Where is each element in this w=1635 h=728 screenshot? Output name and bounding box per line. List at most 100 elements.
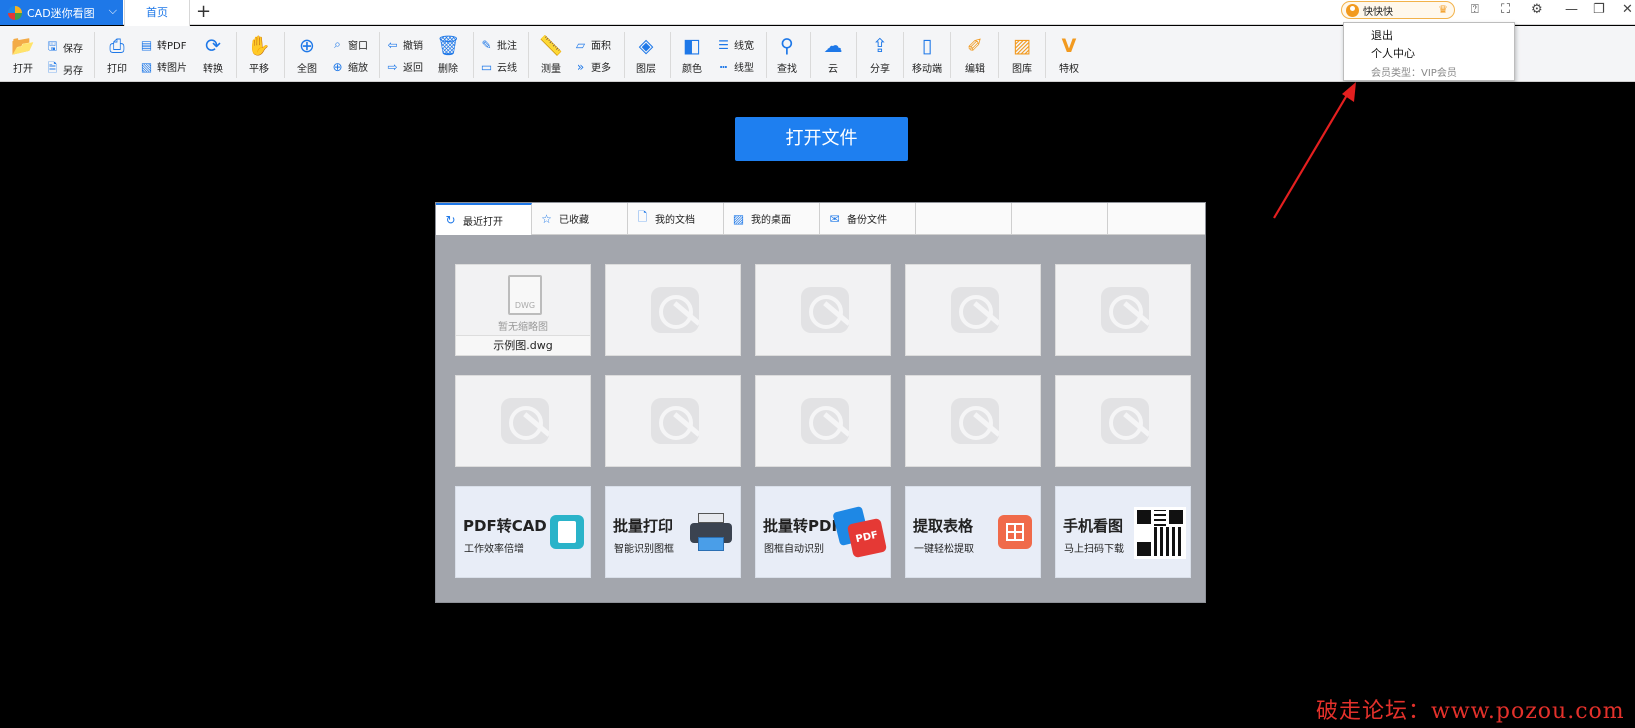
- trash-icon: 🗑: [435, 35, 461, 57]
- refresh-icon: ↻: [445, 213, 456, 227]
- divider: [624, 32, 625, 78]
- empty-file-slot: [605, 375, 741, 467]
- tab-my-documents[interactable]: 🗋 我的文档: [628, 203, 724, 235]
- empty-file-slot: [605, 264, 741, 356]
- annotate-button[interactable]: ✎ 批注: [480, 37, 517, 53]
- tab-my-desktop[interactable]: ▨ 我的桌面: [724, 203, 820, 235]
- find-button[interactable]: ⚲ 查找: [772, 35, 802, 75]
- annotation-arrow: [1273, 82, 1356, 219]
- area-button[interactable]: ⏥ 面积: [574, 37, 611, 53]
- promo-batch-to-pdf[interactable]: 批量转PDF 图框自动识别 PDF: [755, 486, 891, 578]
- open-file-button[interactable]: 打开文件: [735, 117, 908, 161]
- close-icon[interactable]: ✕: [1622, 2, 1633, 17]
- user-account-button[interactable]: 快快快 ♛: [1341, 1, 1455, 19]
- empty-file-slot: [755, 375, 891, 467]
- cloud-icon: ☁: [823, 35, 843, 57]
- dwg-file-icon: DWG: [508, 275, 542, 315]
- chevron-down-icon: ⌵: [108, 4, 117, 17]
- convert-button[interactable]: ⟳ 转换: [198, 35, 228, 75]
- cloud-button[interactable]: ☁ 云: [818, 35, 848, 75]
- file-panel: ↻ 最近打开 ☆ 已收藏 🗋 我的文档 ▨ 我的桌面 ✉ 备份文件 DWG 暂无缩略图 示…: [435, 202, 1206, 603]
- zoom-button[interactable]: ⊕ 缩放: [331, 59, 368, 75]
- undo-button[interactable]: ⇦ 撤销: [386, 37, 423, 53]
- phone-icon: ▯: [921, 35, 933, 57]
- settings-gear-icon[interactable]: ⚙: [1531, 2, 1543, 17]
- pdf-icon: ▤: [140, 37, 153, 52]
- promo-extract-table[interactable]: 提取表格 一键轻松提取: [905, 486, 1041, 578]
- desktop-image-icon: ▨: [732, 211, 745, 226]
- pdf-document-icon: [550, 515, 584, 549]
- cloud-line-button[interactable]: ▭ 云线: [480, 59, 517, 75]
- line-width-button[interactable]: ☰ 线宽: [717, 37, 754, 53]
- search-icon: ⚲: [780, 35, 794, 57]
- open-button[interactable]: 📂 打开: [8, 35, 38, 75]
- restore-icon[interactable]: ❐: [1593, 2, 1605, 17]
- full-view-button[interactable]: ⊕ 全图: [292, 35, 322, 75]
- print-button[interactable]: ⎙ 打印: [102, 35, 132, 75]
- to-pdf-button[interactable]: ▤ 转PDF: [140, 37, 187, 53]
- delete-button[interactable]: 🗑 删除: [433, 35, 463, 75]
- printer-icon: [690, 513, 732, 553]
- color-button[interactable]: ◧ 颜色: [677, 35, 707, 75]
- line-type-button[interactable]: ┅ 线型: [717, 59, 754, 75]
- promo-title: 手机看图: [1063, 517, 1124, 535]
- layer-button[interactable]: ◈ 图层: [631, 35, 661, 75]
- tab-favorites[interactable]: ☆ 已收藏: [532, 203, 628, 235]
- app-menu-button[interactable]: CAD迷你看图 ⌵: [0, 0, 123, 25]
- privilege-button[interactable]: V 特权: [1054, 35, 1084, 75]
- image-placeholder-icon: [1101, 398, 1149, 444]
- minimize-icon[interactable]: —: [1565, 2, 1578, 17]
- image-placeholder-icon: [801, 398, 849, 444]
- recent-file-card[interactable]: DWG 暂无缩略图 示例图.dwg: [455, 264, 591, 356]
- undo-icon: ⇦: [387, 37, 398, 52]
- edit-button[interactable]: ✐ 编辑: [960, 35, 990, 75]
- gallery-button[interactable]: ▨ 图库: [1007, 35, 1037, 75]
- help-icon[interactable]: ⍰: [1471, 2, 1479, 17]
- star-icon: ☆: [541, 211, 552, 226]
- vip-crown-icon: ♛: [1438, 3, 1448, 16]
- menu-item-profile[interactable]: 个人中心: [1371, 45, 1415, 61]
- watermark-text: 破走论坛：www.pozou.com: [1316, 699, 1625, 724]
- save-as-button[interactable]: 🗎 另存: [46, 59, 83, 80]
- to-image-button[interactable]: ▧ 转图片: [140, 59, 187, 75]
- ruler-icon: 📏: [539, 35, 563, 57]
- vip-v-icon: V: [1061, 35, 1077, 57]
- window-zoom-button[interactable]: ⌕ 窗口: [331, 37, 368, 52]
- image-placeholder-icon: [651, 398, 699, 444]
- tab-empty: [1012, 203, 1108, 235]
- user-avatar-icon: [1346, 3, 1359, 17]
- promo-pdf-to-cad[interactable]: PDF转CAD 工作效率倍增: [455, 486, 591, 578]
- more-button[interactable]: » 更多: [574, 59, 611, 75]
- mobile-button[interactable]: ▯ 移动端: [908, 35, 946, 75]
- table-grid-icon: [998, 515, 1032, 549]
- save-button[interactable]: 🖫 保存: [46, 37, 83, 58]
- promo-title: 提取表格: [913, 517, 974, 535]
- measure-button[interactable]: 📏 测量: [536, 35, 566, 75]
- printer-icon: ⎙: [109, 35, 125, 57]
- image-placeholder-icon: [951, 398, 999, 444]
- promo-mobile-view[interactable]: 手机看图 马上扫码下载: [1055, 486, 1191, 578]
- tab-backup-files[interactable]: ✉ 备份文件: [820, 203, 916, 235]
- promo-title: PDF转CAD: [463, 517, 547, 535]
- layers-icon: ◈: [638, 35, 654, 57]
- add-tab-button[interactable]: +: [196, 2, 211, 22]
- divider: [473, 32, 474, 78]
- promo-batch-print[interactable]: 批量打印 智能识别图框: [605, 486, 741, 578]
- tab-recent[interactable]: ↻ 最近打开: [436, 203, 532, 235]
- empty-file-slot: [905, 264, 1041, 356]
- menu-item-logout[interactable]: 退出: [1371, 27, 1393, 43]
- pan-button[interactable]: ✋ 平移: [244, 35, 274, 75]
- tab-home[interactable]: 首页: [124, 0, 190, 26]
- image-placeholder-icon: [651, 287, 699, 333]
- share-button[interactable]: ⇪ 分享: [865, 35, 895, 75]
- promo-subtitle: 智能识别图框: [614, 544, 674, 555]
- panel-tabs: ↻ 最近打开 ☆ 已收藏 🗋 我的文档 ▨ 我的桌面 ✉ 备份文件: [436, 203, 1205, 235]
- user-name: 快快快: [1363, 6, 1393, 18]
- tab-empty: [1108, 203, 1205, 235]
- back-button[interactable]: ⇨ 返回: [386, 59, 423, 75]
- palette-icon: ◧: [683, 35, 701, 57]
- hand-icon: ✋: [247, 35, 271, 57]
- fullscreen-icon[interactable]: ⛶: [1501, 2, 1510, 17]
- divider: [950, 32, 951, 78]
- more-chevrons-icon: »: [576, 59, 585, 74]
